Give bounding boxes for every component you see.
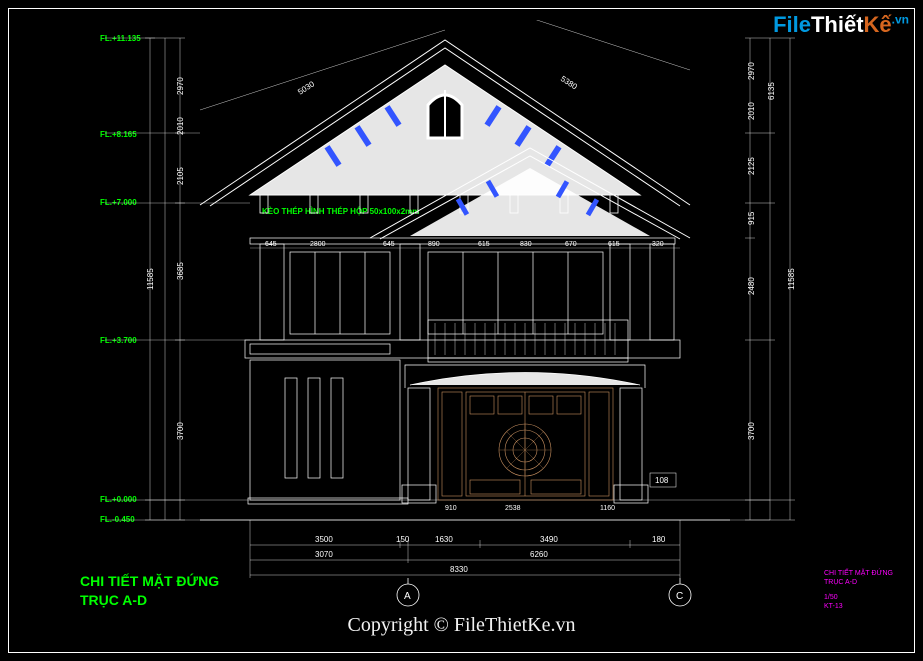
dim-l5: 3700 [176,422,185,440]
logo-thiet: Thiết [811,12,864,37]
title-line1: CHI TIẾT MẶT ĐỨNG [80,572,219,592]
dim-m6: 830 [520,241,532,248]
dim-r1: 2970 [747,62,756,80]
dim-b7: 6260 [530,550,548,559]
logo-file: File [773,12,811,37]
dim-roof1: 5030 [296,79,316,97]
logo-vn: .vn [892,13,909,27]
dim-d2: 2538 [505,505,521,512]
grid-c: C [676,591,683,602]
title-line2: TRỤC A-D [80,591,219,611]
sheet-title1: CHI TIẾT MẶT ĐỨNG [824,569,893,578]
copyright-text: Copyright © FileThietKe.vn [0,614,923,637]
dim-r2: 2010 [747,102,756,120]
dim-d3: 1160 [600,505,615,512]
dim-r7: 6135 [767,82,776,100]
sheet-title2: TRỤC A-D [824,578,893,587]
dim-m4: 890 [428,241,440,248]
dim-m3: 645 [383,241,395,248]
dim-r5: 2480 [747,277,756,295]
dim-l2: 2010 [176,117,185,135]
dim-m8: 615 [608,241,620,248]
cad-canvas: FileThiếtKế.vn FL.+11.135 FL.+8.165 FL.+… [0,0,923,661]
dim-l6: 11585 [146,268,155,290]
dim-l3: 2105 [176,167,185,185]
sheet-number: KT-13 [824,602,893,611]
node-label: 108 [655,476,669,485]
dim-b2: 150 [396,535,410,544]
dim-roof2: 5380 [559,74,579,92]
drawing-title: CHI TIẾT MẶT ĐỨNG TRỤC A-D [80,572,219,611]
logo-ke: Kế [864,12,892,37]
sheet-scale: 1/50 [824,593,893,602]
dim-b4: 3490 [540,535,558,544]
grid-a: A [404,591,411,602]
dim-m7: 670 [565,241,577,248]
dim-m2: 2800 [310,241,326,248]
dim-d1: 910 [445,505,457,512]
elevation-drawing: 108 A [50,20,870,620]
sheet-info: CHI TIẾT MẶT ĐỨNG TRỤC A-D 1/50 KT-13 [824,569,893,611]
dim-m1: 645 [265,241,277,248]
drawing-svg: 108 A [50,20,870,620]
dim-r8: 11585 [787,268,796,290]
dim-m9: 320 [652,241,664,248]
dim-b5: 180 [652,535,666,544]
dim-b1: 3500 [315,535,333,544]
dim-l1: 2970 [176,77,185,95]
dim-b8: 8330 [450,565,468,574]
dim-m5: 615 [478,241,490,248]
watermark-logo: FileThiếtKế.vn [773,12,909,38]
dim-r6: 3700 [747,422,756,440]
dim-r3: 2125 [747,157,756,175]
dim-b3: 1630 [435,535,453,544]
dim-r4: 915 [747,211,756,225]
dim-b6: 3070 [315,550,333,559]
dim-l4: 3685 [176,262,185,280]
